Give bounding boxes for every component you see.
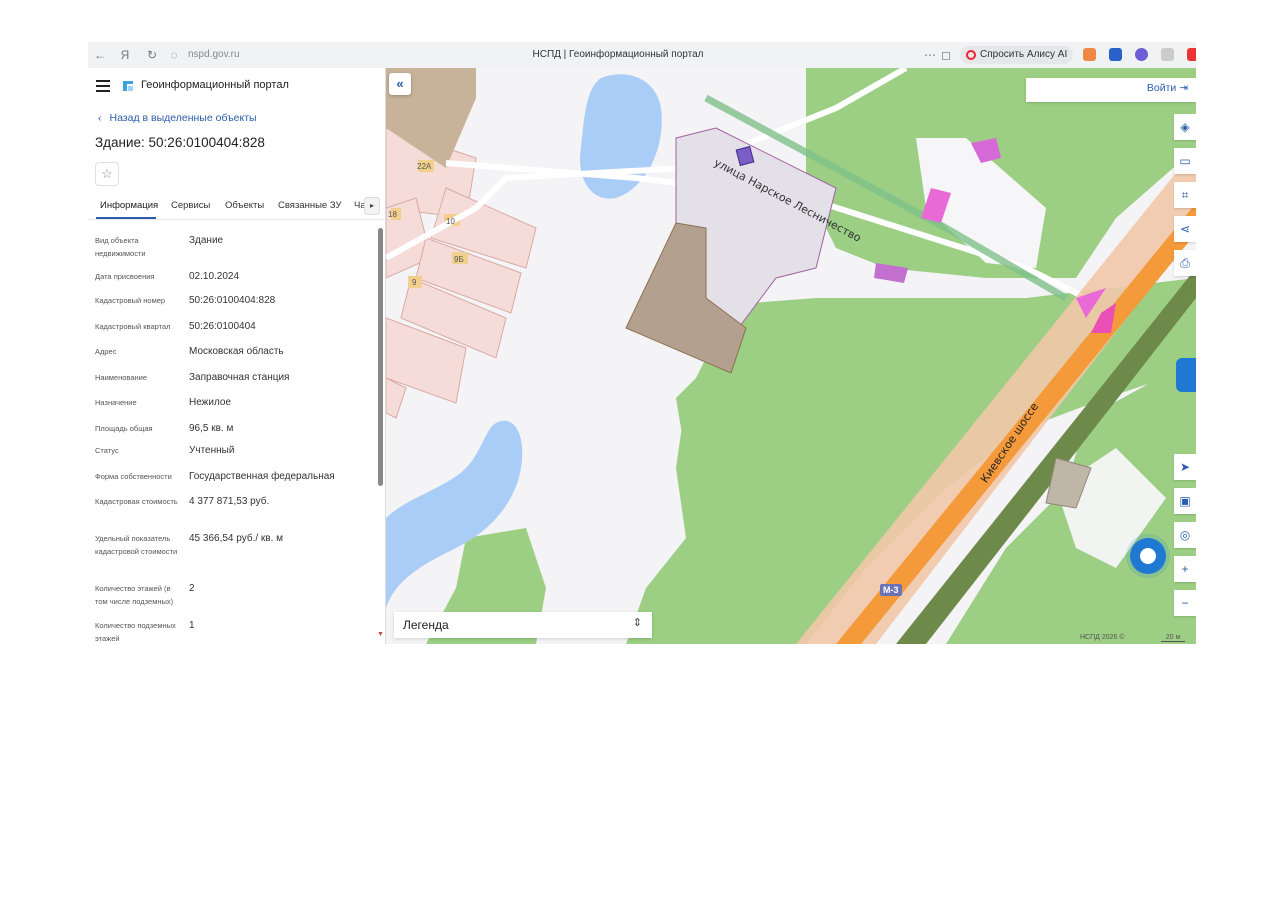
tab-related-parcels[interactable]: Связанные ЗУ: [278, 200, 342, 211]
more-icon[interactable]: ⋯: [922, 47, 938, 63]
layers-icon[interactable]: ◈: [1174, 114, 1196, 140]
browser-toolbar: ← Я ↻ ◌ nspd.gov.ru НСПД | Геоинформацио…: [88, 42, 1196, 68]
back-label: Назад в выделенные объекты: [109, 112, 257, 124]
reload-icon[interactable]: ↻: [144, 47, 160, 63]
tabs-scroll-right-icon[interactable]: ▸: [364, 197, 380, 215]
portal-logo-icon: [123, 81, 133, 91]
chat-icon[interactable]: [1130, 538, 1166, 574]
shield-icon: ◌: [170, 48, 178, 62]
property-label: Дата присвоения: [95, 272, 155, 281]
favorite-star-icon[interactable]: ☆: [95, 162, 119, 186]
property-label: Кадастровый номер: [95, 296, 166, 305]
locate-icon[interactable]: ➤: [1174, 454, 1196, 480]
portal-title: Геоинформационный портал: [141, 79, 289, 91]
lot-number: 9Б: [454, 255, 464, 264]
alisa-label: Спросить Алису AI: [980, 49, 1068, 60]
tab-title: НСПД | Геоинформационный портал: [532, 49, 704, 60]
login-button[interactable]: Войти ⇥: [1147, 82, 1188, 94]
extension-icon[interactable]: [1161, 48, 1174, 61]
scale-bar: 20 м: [1161, 634, 1185, 642]
tabs-bar: Информация Сервисы Объекты Связанные ЗУ …: [88, 194, 385, 220]
property-label: Адрес: [95, 347, 117, 356]
property-value: Нежилое: [189, 397, 232, 408]
property-label: Статус: [95, 446, 119, 455]
expand-toggle-icon[interactable]: ⇕: [633, 616, 642, 629]
panel-scrollbar[interactable]: [378, 228, 383, 486]
zoom-in-icon[interactable]: +: [1174, 556, 1196, 582]
lot-number: 9: [412, 278, 417, 287]
bookmark-icon[interactable]: ◻: [938, 47, 954, 63]
ruler-icon[interactable]: ▭: [1174, 148, 1196, 174]
property-value: 4 377 871,53 руб.: [189, 496, 270, 507]
login-icon: ⇥: [1179, 82, 1188, 94]
property-value: Заправочная станция: [189, 372, 290, 383]
map-view[interactable]: 22А 18 10 9Б 9 улица Нарское Лесничество…: [386, 68, 1196, 644]
property-value: Московская область: [189, 346, 284, 357]
login-bar: Войти ⇥: [1026, 78, 1196, 102]
tab-objects[interactable]: Объекты: [225, 200, 264, 211]
property-label: Вид объекта недвижимости: [95, 236, 146, 258]
property-value: 50:26:0100404:828: [189, 295, 276, 306]
collapse-panel-icon[interactable]: «: [389, 73, 411, 95]
print-icon[interactable]: ⎙: [1174, 250, 1196, 276]
geo-search-icon[interactable]: ◎: [1174, 522, 1196, 548]
zoom-out-icon[interactable]: −: [1174, 590, 1196, 616]
property-label: Кадастровый квартал: [95, 322, 171, 331]
copyright: НСПД 2026 ©: [1080, 634, 1125, 641]
property-value: 50:26:0100404: [189, 321, 256, 332]
chevron-left-icon: ‹: [98, 112, 102, 124]
property-label: Назначение: [95, 398, 137, 407]
route-label: М-3: [880, 584, 902, 596]
info-panel: Геоинформационный портал ‹ Назад в выделе…: [88, 68, 386, 644]
property-value: 2: [189, 583, 195, 594]
property-value: Здание: [189, 235, 224, 246]
lot-number: 22А: [417, 162, 432, 171]
yandex-icon[interactable]: Я: [117, 47, 133, 63]
property-label: Количество подземных этажей: [95, 621, 176, 643]
property-label: Форма собственности: [95, 472, 172, 481]
address-bar[interactable]: nspd.gov.ru: [188, 47, 398, 63]
back-icon[interactable]: ←: [92, 47, 108, 63]
extension-icon[interactable]: [1083, 48, 1096, 61]
extension-icon[interactable]: [1187, 48, 1196, 61]
basemap-icon[interactable]: ▣: [1174, 488, 1196, 514]
property-label: Площадь общая: [95, 424, 153, 433]
property-value: 96,5 кв. м: [189, 423, 234, 434]
back-to-selection-link[interactable]: ‹ Назад в выделенные объекты: [98, 112, 257, 124]
property-value: 1: [189, 620, 195, 631]
property-label: Удельный показатель кадастровой стоимост…: [95, 534, 178, 556]
property-label: Кадастровая стоимость: [95, 497, 178, 506]
map-canvas[interactable]: [386, 68, 1196, 644]
screen: ← Я ↻ ◌ nspd.gov.ru НСПД | Геоинформацио…: [88, 42, 1196, 644]
lot-number: 18: [388, 210, 397, 219]
legend-label: Легенда: [403, 618, 449, 632]
tab-services[interactable]: Сервисы: [171, 200, 210, 211]
property-value: 45 366,54 руб./ кв. м: [189, 533, 284, 544]
property-label: Наименование: [95, 373, 147, 382]
scroll-down-icon[interactable]: ▼: [377, 631, 384, 638]
lot-number: 10: [446, 217, 455, 226]
legend-dropdown[interactable]: Легенда ⇕: [394, 612, 652, 638]
panel-header: Геоинформационный портал: [88, 78, 385, 98]
property-value: Государственная федеральная: [189, 471, 335, 482]
extension-icon[interactable]: [1109, 48, 1122, 61]
tab-info[interactable]: Информация: [100, 200, 158, 211]
login-label: Войти: [1146, 82, 1177, 94]
property-value: Учтенный: [189, 445, 235, 456]
select-area-icon[interactable]: ⌗: [1174, 182, 1196, 208]
object-title: Здание: 50:26:0100404:828: [95, 135, 265, 150]
menu-icon[interactable]: [96, 80, 110, 92]
alisa-icon: [966, 50, 976, 60]
active-tab-indicator: [96, 217, 156, 219]
alisa-button[interactable]: Спросить Алису AI: [960, 46, 1074, 64]
property-value: 02.10.2024: [189, 271, 240, 282]
extension-icon[interactable]: [1135, 48, 1148, 61]
side-panel-tab[interactable]: [1176, 358, 1196, 392]
share-icon[interactable]: ⋖: [1174, 216, 1196, 242]
property-label: Количество этажей (в том числе подземных…: [95, 584, 174, 606]
